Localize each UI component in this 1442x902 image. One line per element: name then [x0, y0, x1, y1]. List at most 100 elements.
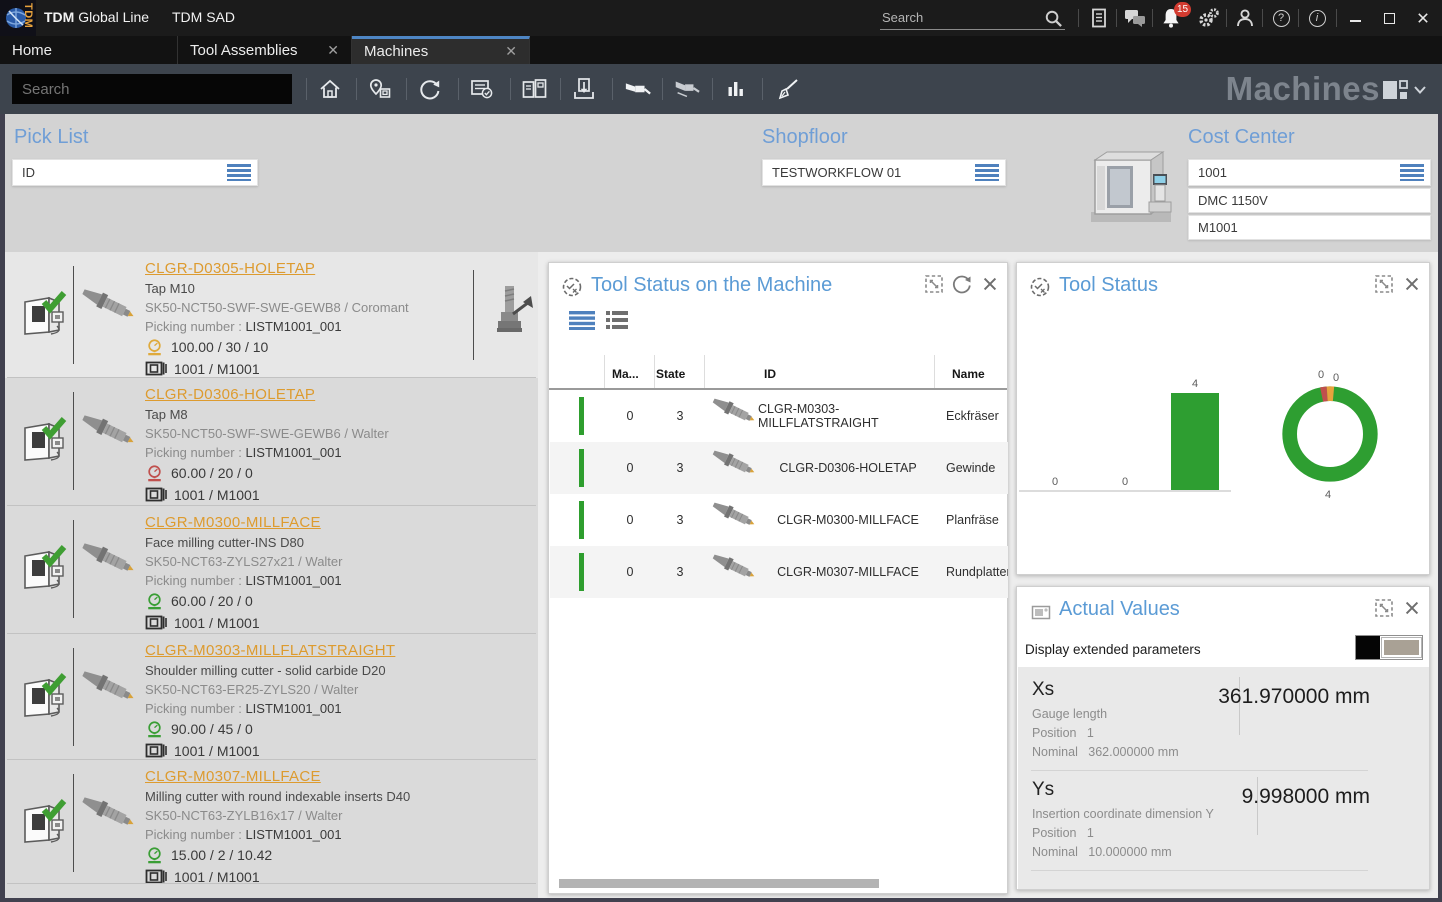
machine-location-icon[interactable]	[366, 76, 394, 102]
download-icon[interactable]	[570, 76, 598, 102]
tab-tool-assemblies[interactable]: Tool Assemblies✕	[178, 36, 352, 64]
tool-spec: SK50-NCT63-ZYLB16x17 / Walter	[145, 806, 470, 825]
tool-image	[79, 792, 143, 848]
home-icon[interactable]	[316, 76, 344, 102]
column-header-state[interactable]: State	[656, 367, 685, 381]
expand-panel-icon[interactable]	[923, 273, 945, 295]
search-icon[interactable]	[1042, 7, 1064, 29]
column-header-name[interactable]: Name	[952, 367, 985, 381]
extended-parameters-toggle[interactable]	[1355, 635, 1423, 660]
layout-switch-button[interactable]	[1382, 78, 1428, 102]
expand-panel-icon[interactable]	[1373, 597, 1395, 619]
list-view-toggle[interactable]	[569, 310, 595, 335]
user-icon[interactable]	[1234, 7, 1256, 29]
table-row[interactable]: 0 3 CLGR-D0306-HOLETAP Gewinde	[550, 442, 1008, 494]
global-search-input[interactable]: Search	[880, 8, 1065, 30]
panel-title: Tool Status	[1059, 274, 1158, 297]
list-item[interactable]: CLGR-M0307-MILLFACE Milling cutter with …	[5, 760, 538, 898]
toggle-knob	[1356, 636, 1380, 659]
picking-number: Picking number : LISTM1001_001	[145, 571, 470, 590]
settings-gears-icon[interactable]	[1198, 7, 1220, 29]
tool-id-link[interactable]: CLGR-D0305-HOLETAP	[145, 260, 315, 277]
separator	[510, 78, 511, 100]
cost-center-combo[interactable]: 1001	[1188, 159, 1431, 186]
tool-id-link[interactable]: CLGR-M0307-MILLFACE	[145, 768, 321, 785]
help-icon[interactable]: ?	[1270, 7, 1292, 29]
report-icon[interactable]	[1088, 7, 1110, 29]
column-header-magazine[interactable]: Ma...	[612, 367, 639, 381]
column-divider	[934, 355, 935, 388]
toolbar: 0 Machines	[0, 64, 1442, 114]
machine-assigned-check-icon	[19, 544, 71, 594]
combo-menu-icon[interactable]	[975, 164, 999, 181]
cleanup-broom-icon[interactable]	[774, 76, 802, 102]
parameters-section: Xs Gauge length Position 1 Nominal 362.0…	[1018, 667, 1429, 889]
tool-life-row: 60.00 / 20 / 0	[145, 462, 470, 484]
combo-menu-icon[interactable]	[227, 164, 251, 181]
expand-panel-icon[interactable]	[1373, 273, 1395, 295]
list-item[interactable]: CLGR-D0306-HOLETAP Tap M8 SK50-NCT50-SWF…	[5, 378, 538, 506]
machine-assigned-check-icon	[19, 416, 71, 466]
tool-spec: SK50-NCT50-SWF-SWE-GEWB8 / Coromant	[145, 298, 470, 317]
close-tab-icon[interactable]: ✕	[485, 43, 517, 60]
list-item[interactable]: CLGR-M0303-MILLFLATSTRAIGHT Shoulder mil…	[5, 634, 538, 760]
combo-menu-icon[interactable]	[1400, 164, 1424, 181]
status-bar-green	[579, 449, 584, 487]
extended-parameters-label: Display extended parameters	[1025, 642, 1201, 657]
machine-icon	[145, 742, 167, 760]
chevron-down-icon	[1413, 85, 1427, 95]
checklist-icon[interactable]	[468, 76, 496, 102]
panel-tool-status: Tool Status 0 0 4	[1016, 262, 1430, 575]
machine-icon	[145, 360, 167, 378]
close-tab-icon[interactable]: ✕	[307, 42, 339, 59]
table-row[interactable]: 0 3 CLGR-M0307-MILLFACE Rundplattenf	[550, 546, 1008, 598]
separator	[662, 78, 663, 100]
maximize-button[interactable]	[1378, 7, 1400, 29]
close-window-button[interactable]	[1412, 7, 1434, 29]
tool-id-link[interactable]: CLGR-D0306-HOLETAP	[145, 386, 315, 403]
cost-center-label: Cost Center	[1188, 126, 1295, 149]
list-item[interactable]: CLGR-D0305-HOLETAP Tap M10 SK50-NCT50-SW…	[5, 252, 538, 378]
table-row[interactable]: 0 3 CLGR-M0303-MILLFLATSTRAIGHT Eckfräse…	[550, 390, 1008, 442]
tool-spec: SK50-NCT63-ER25-ZYLS20 / Walter	[145, 680, 470, 699]
param-actual-value: 361.970000 mm	[1178, 685, 1370, 709]
machine-assignment-row: 1001 / M1001	[145, 484, 470, 506]
close-panel-icon[interactable]	[979, 273, 1001, 295]
table-row[interactable]: 0 3 CLGR-M0300-MILLFACE Planfräse	[550, 494, 1008, 546]
tab-home[interactable]: Home	[0, 36, 178, 64]
shopfloor-combo[interactable]: TESTWORKFLOW 01	[762, 159, 1006, 186]
tool-assembly-icon[interactable]	[624, 76, 652, 102]
param-position: Position 1	[1032, 824, 1094, 843]
divider	[73, 392, 74, 490]
shopfloor-label: Shopfloor	[762, 126, 848, 149]
tool-id-link[interactable]: CLGR-M0300-MILLFACE	[145, 514, 321, 531]
close-panel-icon[interactable]	[1401, 273, 1423, 295]
tool-life-gauge-icon	[145, 338, 164, 357]
card-view-toggle[interactable]	[605, 310, 629, 335]
horizontal-scrollbar[interactable]	[559, 879, 879, 888]
tool-image	[710, 500, 762, 542]
statistics-icon[interactable]	[722, 76, 750, 102]
messages-icon[interactable]	[1124, 7, 1146, 29]
picking-number: Picking number : LISTM1001_001	[145, 825, 470, 844]
filter-band: Pick List ID Shopfloor TESTWORKFLOW 01 C…	[5, 114, 1438, 252]
tool-load-icon[interactable]	[483, 282, 539, 342]
close-panel-icon[interactable]	[1401, 597, 1423, 619]
title-bar: TDM TDM Global Line TDM SAD Search 15 ? …	[0, 0, 1442, 36]
refresh-icon[interactable]	[416, 76, 444, 102]
minimize-button[interactable]	[1344, 7, 1366, 29]
param-nominal: Nominal 10.000000 mm	[1032, 843, 1172, 862]
column-header-id[interactable]: ID	[764, 367, 776, 381]
list-item[interactable]: CLGR-M0300-MILLFACE Face milling cutter-…	[5, 506, 538, 634]
tool-disassembly-icon[interactable]	[672, 76, 700, 102]
machine-documents-icon[interactable]	[520, 76, 548, 102]
tab-machines[interactable]: Machines✕	[352, 36, 530, 64]
status-bar-green	[579, 501, 584, 539]
param-position: Position 1	[1032, 724, 1094, 743]
info-icon[interactable]: i	[1306, 7, 1328, 29]
pick-list-combo[interactable]: ID	[12, 159, 258, 186]
param-name: Xs	[1032, 679, 1054, 701]
refresh-panel-icon[interactable]	[951, 273, 973, 295]
list-search-input[interactable]	[12, 74, 292, 104]
tool-id-link[interactable]: CLGR-M0303-MILLFLATSTRAIGHT	[145, 642, 395, 659]
